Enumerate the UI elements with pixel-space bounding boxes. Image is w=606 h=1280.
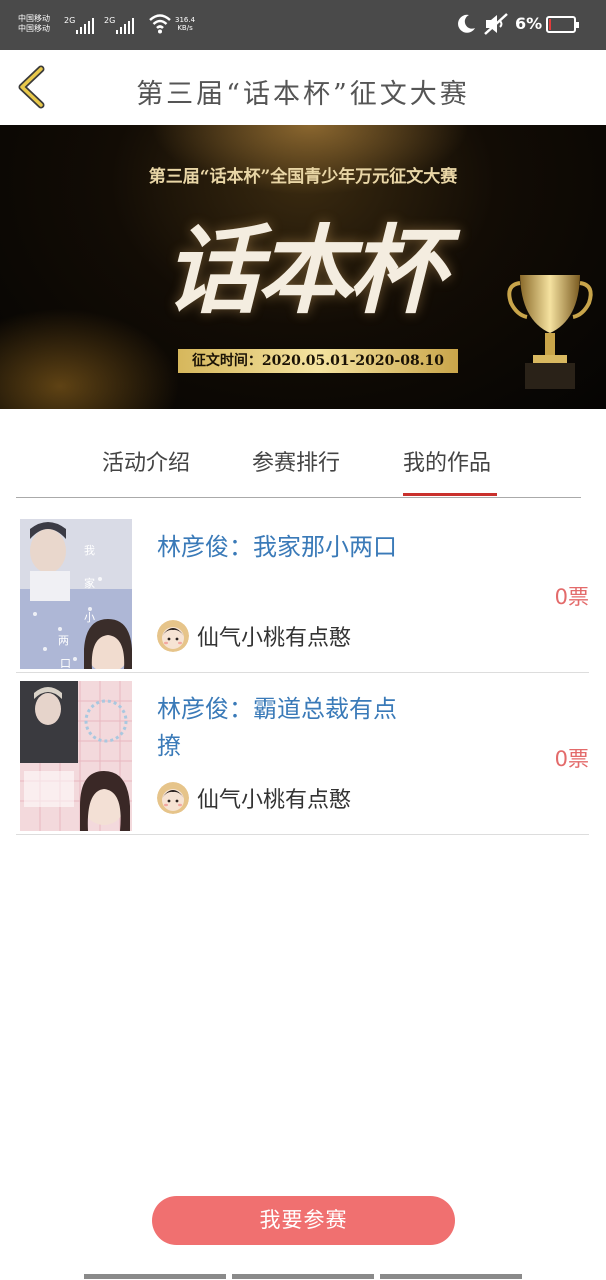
banner-calligraphy-title: 话本杯 — [164, 214, 445, 327]
work-cover-image: 我 家 小 两 口 — [20, 519, 132, 669]
net-speed-unit: KB/s — [177, 24, 193, 32]
work-title[interactable]: 林彦俊：霸道总裁有点撩 — [157, 691, 417, 765]
author-avatar — [157, 620, 189, 652]
work-author: 仙气小桃有点憨 — [157, 619, 351, 653]
join-contest-button[interactable]: 我要参赛 — [152, 1196, 455, 1245]
active-tab-indicator — [403, 493, 497, 496]
top-app-bar: 第三届“话本杯”征文大赛 — [0, 50, 606, 125]
carrier-1: 中国移动 — [18, 14, 50, 23]
tab-ranking[interactable]: 参赛排行 — [252, 445, 340, 477]
carrier-labels: 中国移动 中国移动 — [18, 14, 50, 34]
battery-percent: 6% — [515, 14, 543, 33]
list-item[interactable]: 林彦俊：霸道总裁有点撩 仙气小桃有点憨 0票 — [16, 677, 589, 835]
carrier-2: 中国移动 — [18, 24, 50, 33]
tab-my-works[interactable]: 我的作品 — [403, 445, 491, 477]
mute-icon — [484, 13, 508, 35]
list-item[interactable]: 我 家 小 两 口 林彦俊：我家那小两口 仙气小桃有点憨 0票 — [16, 515, 589, 673]
work-cover-image — [20, 681, 132, 831]
battery-level-fill — [549, 19, 551, 30]
work-author: 仙气小桃有点憨 — [157, 781, 351, 815]
net-speed-value: 316.4 — [175, 16, 196, 24]
signal-1-label: 2G — [64, 16, 76, 25]
nav-bar-segment-right[interactable] — [380, 1274, 522, 1279]
svg-text:小: 小 — [84, 611, 95, 624]
svg-text:家: 家 — [84, 576, 95, 590]
vote-count: 0票 — [554, 585, 589, 609]
vote-count: 0票 — [554, 747, 589, 771]
author-name: 仙气小桃有点憨 — [197, 626, 352, 651]
trophy-icon — [507, 275, 593, 389]
nav-bar-segment-middle[interactable] — [232, 1274, 374, 1279]
banner-subtitle: 第三届“话本杯”全国青少年万元征文大赛 — [148, 167, 458, 187]
net-speed: 316.4 KB/s — [175, 16, 195, 32]
moon-icon — [458, 14, 475, 33]
work-title[interactable]: 林彦俊：我家那小两口 — [157, 529, 417, 566]
page-title: 第三届“话本杯”征文大赛 — [136, 79, 470, 110]
banner-date: 征文时间：2020.05.01-2020-08.10 — [178, 349, 458, 373]
signal-1-icon — [76, 14, 94, 34]
contest-banner: 第三届“话本杯”全国青少年万元征文大赛 话本杯 征文时间：2020.05.01-… — [0, 125, 606, 409]
author-avatar — [157, 782, 189, 814]
svg-text:两: 两 — [58, 634, 69, 647]
wifi-icon — [149, 14, 171, 34]
signal-2-icon — [116, 14, 134, 34]
battery-icon — [546, 16, 579, 33]
status-bar: 中国移动 中国移动 2G 2G 316.4 KB/s 6% — [0, 0, 606, 50]
signal-2-label: 2G — [104, 16, 116, 25]
svg-text:我: 我 — [84, 544, 95, 557]
svg-text:口: 口 — [60, 657, 71, 669]
tab-intro[interactable]: 活动介绍 — [102, 445, 190, 477]
tab-bar: 活动介绍 参赛排行 我的作品 — [16, 409, 581, 498]
nav-bar-segment-left[interactable] — [84, 1274, 226, 1279]
author-name: 仙气小桃有点憨 — [197, 788, 352, 813]
